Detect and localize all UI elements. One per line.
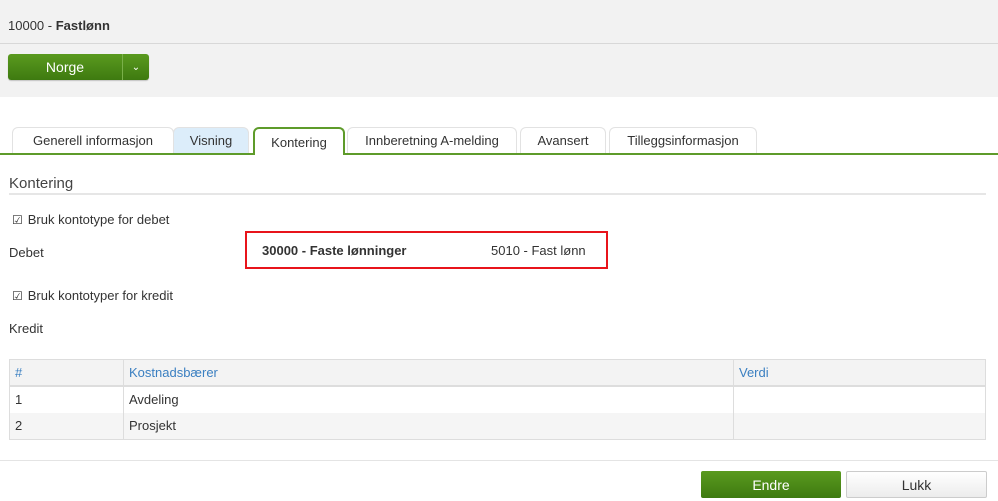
- debet-checkbox[interactable]: ☑ Bruk kontotype for debet: [12, 212, 169, 227]
- cell-number: 1: [9, 385, 124, 413]
- section-title: Kontering: [9, 175, 74, 192]
- checkbox-checked-icon: ☑: [12, 212, 23, 227]
- debet-checkbox-label: Bruk kontotype for debet: [27, 212, 170, 227]
- tab-avansert[interactable]: Avansert: [520, 127, 606, 153]
- checkbox-checked-icon: ☑: [12, 288, 23, 303]
- column-header-kostnadsbaerer[interactable]: Kostnadsbærer: [123, 359, 734, 387]
- item-name: Fastlønn: [55, 18, 110, 33]
- column-header-number[interactable]: #: [9, 359, 124, 387]
- debet-account: 5010 - Fast lønn: [491, 242, 586, 258]
- divider: [0, 460, 998, 461]
- tab-tilleggsinformasjon[interactable]: Tilleggsinformasjon: [609, 127, 757, 153]
- column-header-verdi[interactable]: Verdi: [733, 359, 986, 387]
- cell-verdi: [733, 385, 986, 413]
- cell-kostnadsbaerer: Prosjekt: [123, 412, 734, 440]
- cell-verdi: [733, 412, 986, 440]
- header-bar: [0, 0, 998, 97]
- kredit-label: Kredit: [9, 321, 43, 336]
- debet-label: Debet: [9, 245, 44, 260]
- title-separator: -: [44, 18, 56, 33]
- debet-account-highlight: 30000 - Faste lønninger 5010 - Fast lønn: [245, 231, 608, 269]
- tab-kontering[interactable]: Kontering: [253, 127, 345, 155]
- debet-account-type: 30000 - Faste lønninger: [262, 242, 407, 258]
- kredit-checkbox-label: Bruk kontotyper for kredit: [27, 288, 173, 303]
- kredit-checkbox[interactable]: ☑ Bruk kontotyper for kredit: [12, 288, 173, 303]
- cell-kostnadsbaerer: Avdeling: [123, 385, 734, 413]
- tab-innberetning-a-melding[interactable]: Innberetning A-melding: [347, 127, 517, 153]
- edit-button[interactable]: Endre: [701, 471, 841, 498]
- chevron-down-icon[interactable]: ⌄: [122, 54, 149, 80]
- divider: [9, 193, 986, 195]
- page-title: 10000 - Fastlønn: [8, 18, 110, 33]
- country-split-button: Norge ⌄: [8, 54, 149, 80]
- table-header-row: # Kostnadsbærer Verdi: [9, 359, 986, 387]
- table-row[interactable]: 1 Avdeling: [9, 385, 986, 413]
- cost-carrier-table: # Kostnadsbærer Verdi 1 Avdeling 2 Prosj…: [9, 359, 986, 440]
- item-code: 10000: [8, 18, 45, 33]
- country-button[interactable]: Norge: [8, 54, 122, 80]
- table-row[interactable]: 2 Prosjekt: [9, 412, 986, 440]
- tab-bar: Generell informasjon Visning Kontering I…: [0, 127, 998, 155]
- divider: [0, 43, 998, 44]
- cell-number: 2: [9, 412, 124, 440]
- tab-generell-informasjon[interactable]: Generell informasjon: [12, 127, 174, 153]
- tab-visning[interactable]: Visning: [173, 127, 249, 153]
- close-button[interactable]: Lukk: [846, 471, 987, 498]
